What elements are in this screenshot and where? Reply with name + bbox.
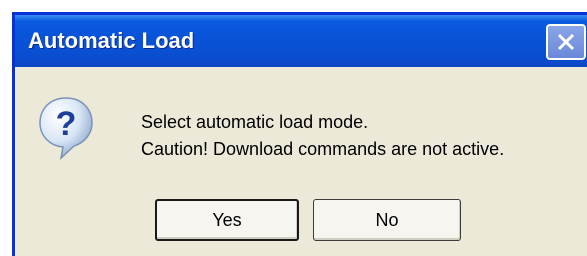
dialog-message: Select automatic load mode. Caution! Dow… (141, 109, 504, 163)
question-icon: ? (37, 95, 95, 161)
yes-button[interactable]: Yes (155, 199, 299, 241)
svg-text:?: ? (56, 105, 77, 143)
close-x-icon (557, 33, 575, 51)
dialog-title: Automatic Load (28, 28, 195, 53)
message-line-1: Select automatic load mode. (141, 112, 369, 132)
message-dialog: Automatic Load ? Select automatic load m… (12, 12, 587, 256)
title-bar[interactable]: Automatic Load (15, 15, 587, 67)
dialog-body: ? Select automatic load mode. Caution! D… (15, 67, 587, 256)
no-button[interactable]: No (313, 199, 461, 241)
close-button[interactable] (546, 24, 586, 60)
message-line-2: Caution! Download commands are not activ… (141, 139, 505, 159)
